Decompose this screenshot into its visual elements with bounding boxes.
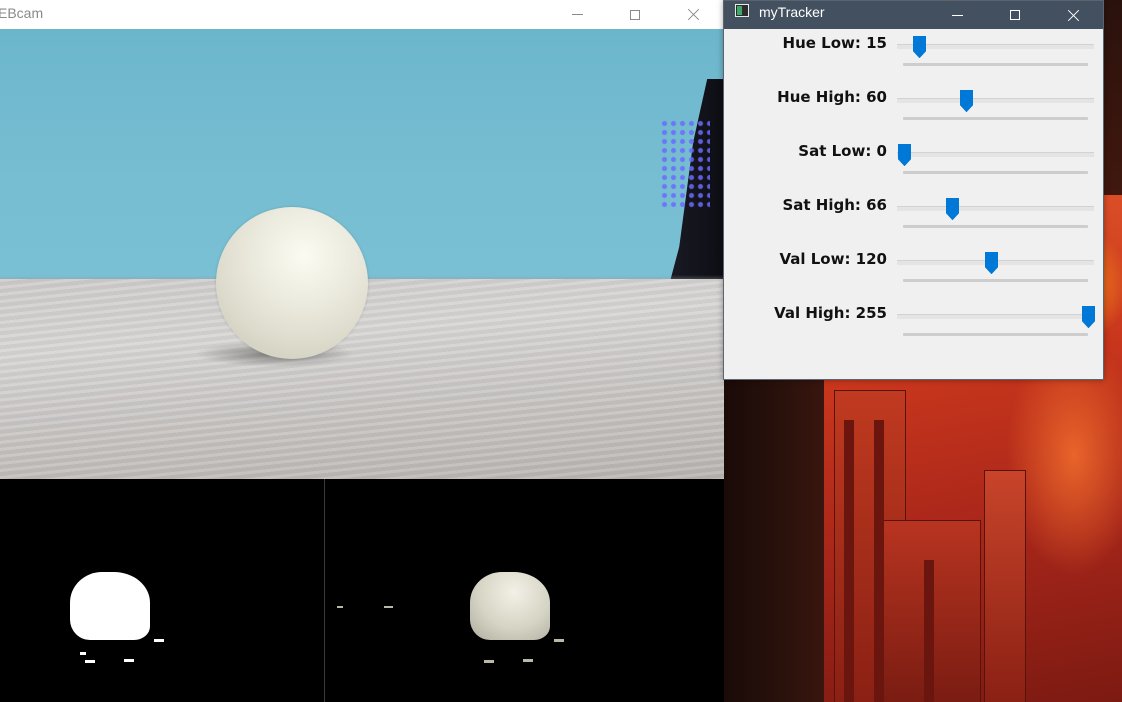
slider-thumb-shape	[898, 144, 911, 166]
trackbar-label: Val High: 255	[774, 304, 887, 322]
slider-scale	[903, 333, 1088, 336]
slider-scale	[903, 117, 1088, 120]
trackbar-label: Sat High: 66	[782, 196, 887, 214]
binary-mask-image	[0, 479, 324, 702]
maximize-icon	[1010, 10, 1020, 20]
slider-track[interactable]	[897, 206, 1094, 211]
slider-thumb[interactable]	[898, 144, 911, 166]
webcam-titlebar[interactable]: EBcam	[0, 0, 724, 29]
close-icon	[1067, 9, 1080, 22]
tracker-close-button[interactable]	[1044, 1, 1102, 29]
webcam-minimize-button[interactable]	[548, 0, 606, 29]
slider-scale	[903, 225, 1088, 228]
trackbar-sat-high: Sat High: 66	[724, 192, 1103, 246]
minimize-icon	[951, 14, 963, 16]
slider-thumb-shape	[984, 252, 998, 274]
trackbar-val-high: Val High: 255	[724, 300, 1103, 354]
masked-result-image	[325, 479, 724, 702]
trackbar-label: Hue High: 60	[777, 88, 887, 106]
slider-thumb-shape	[945, 198, 959, 220]
tracker-minimize-button[interactable]	[928, 1, 986, 29]
trackbar-label: Hue Low: 15	[782, 34, 887, 52]
maximize-icon	[630, 9, 640, 20]
trackbar-hue-low: Hue Low: 15	[724, 30, 1103, 84]
slider-track[interactable]	[897, 152, 1094, 157]
slider-track[interactable]	[897, 44, 1094, 49]
close-icon	[687, 8, 700, 21]
trackbar-hue-high: Hue High: 60	[724, 84, 1103, 138]
webcam-window-title: EBcam	[0, 5, 44, 21]
trackbar-sat-low: Sat Low: 0	[724, 138, 1103, 192]
slider-thumb[interactable]	[1082, 306, 1095, 328]
slider-thumb-shape	[1082, 306, 1095, 328]
trackbar-label: Sat Low: 0	[798, 142, 887, 160]
tracker-app-icon	[735, 4, 749, 17]
tracker-window-title: myTracker	[759, 4, 825, 20]
camera-feed-image	[0, 29, 724, 479]
webcam-maximize-button[interactable]	[606, 0, 664, 29]
tracker-maximize-button[interactable]	[986, 1, 1044, 29]
slider-thumb[interactable]	[984, 252, 998, 274]
tracker-window: myTracker Hue Low: 15 Hue High: 60 Sat L…	[723, 0, 1104, 380]
slider-scale	[903, 279, 1088, 282]
trackbar-val-low: Val Low: 120	[724, 246, 1103, 300]
slider-thumb[interactable]	[945, 198, 959, 220]
webcam-close-button[interactable]	[664, 0, 722, 29]
tracker-titlebar[interactable]: myTracker	[724, 1, 1103, 29]
slider-thumb-shape	[959, 90, 973, 112]
slider-thumb[interactable]	[913, 36, 927, 58]
slider-thumb[interactable]	[959, 90, 973, 112]
slider-scale	[903, 171, 1088, 174]
slider-track[interactable]	[897, 314, 1094, 319]
minimize-icon	[571, 14, 583, 15]
slider-thumb-shape	[913, 36, 927, 58]
slider-scale	[903, 63, 1088, 66]
trackbar-label: Val Low: 120	[779, 250, 887, 268]
slider-track[interactable]	[897, 98, 1094, 103]
webcam-window: EBcam	[0, 0, 724, 702]
ball-object	[216, 207, 368, 359]
